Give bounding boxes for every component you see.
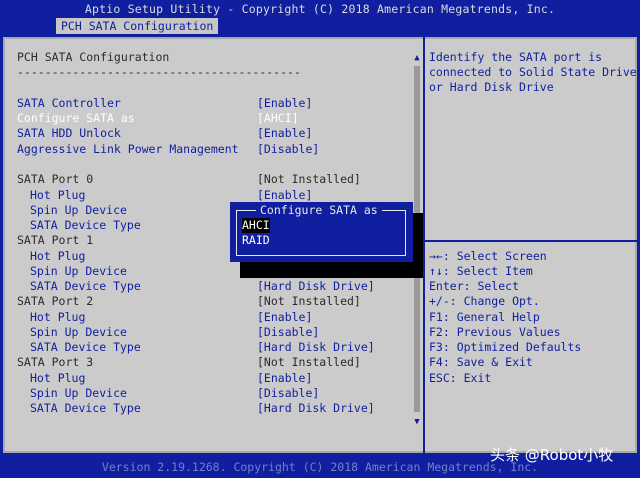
setting-label: Spin Up Device [30,203,127,217]
setting-value[interactable]: [Disable] [257,325,319,340]
key-hint-enter: Enter: Select [429,279,520,293]
panel-vertical-divider [423,37,425,453]
popup-option-ahci[interactable]: AHCI [242,218,270,234]
scroll-up-icon[interactable]: ▲ [412,52,422,64]
watermark: 头条 @Robot小牧 [490,446,614,464]
key-hint-f3: F3: Optimized Defaults [429,340,582,354]
section-separator: ----------------------------------------… [17,65,301,79]
setting-label: SATA Device Type [30,279,141,293]
setting-label: Configure SATA as [17,111,135,125]
setting-value[interactable]: [AHCI] [257,111,299,126]
setting-label: Aggressive Link Power Management [17,142,239,156]
tab-pch-sata-configuration[interactable]: PCH SATA Configuration [56,18,219,34]
scroll-down-icon[interactable]: ▼ [412,416,422,428]
setting-label: SATA Port 3 [17,355,94,369]
setting-value[interactable]: [Hard Disk Drive] [257,401,375,416]
section-title: PCH SATA Configuration [17,50,170,64]
setting-value[interactable]: [Hard Disk Drive] [257,340,375,355]
key-hint-select-item: ↑↓: Select Item [429,264,533,278]
setting-label: SATA Device Type [30,401,141,415]
setting-label: SATA Port 1 [17,233,94,247]
panel-horizontal-divider [425,240,637,242]
setting-value: [Not Installed] [257,294,361,308]
setting-label: SATA Controller [17,96,121,110]
key-hint-f1: F1: General Help [429,310,540,324]
help-text-line: or Hard Disk Drive [429,80,554,94]
setting-value[interactable]: [Enable] [257,371,312,386]
key-hint-select-screen: →←: Select Screen [429,249,547,263]
setting-value: [Not Installed] [257,172,361,186]
setting-label: Hot Plug [30,310,86,324]
setting-label: Hot Plug [30,188,86,202]
setting-label: Spin Up Device [30,325,127,339]
setting-label: SATA Device Type [30,218,141,232]
setting-label: Spin Up Device [30,386,127,400]
key-hint-change-opt: +/-: Change Opt. [429,294,540,308]
setting-value[interactable]: [Disable] [257,386,319,401]
popup-option-raid[interactable]: RAID [242,233,270,248]
setting-label: Hot Plug [30,249,86,263]
header-title: Aptio Setup Utility - Copyright (C) 2018… [84,2,556,16]
setting-label: SATA HDD Unlock [17,126,121,140]
key-hint-f2: F2: Previous Values [429,325,561,339]
setting-label: Spin Up Device [30,264,127,278]
popup-title: Configure SATA as [256,203,382,219]
setting-label: SATA Port 0 [17,172,94,186]
help-text-line: Identify the SATA port is [429,50,603,64]
setting-label: SATA Device Type [30,340,141,354]
setting-value[interactable]: [Enable] [257,96,312,111]
setting-value: [Not Installed] [257,355,361,369]
setting-value[interactable]: [Hard Disk Drive] [257,279,375,294]
setting-value[interactable]: [Enable] [257,126,312,141]
setting-value[interactable]: [Disable] [257,142,319,157]
key-hint-f4: F4: Save & Exit [429,355,533,369]
setting-label: SATA Port 2 [17,294,94,308]
setting-value[interactable]: [Enable] [257,310,312,325]
help-text-line: connected to Solid State Drive [429,65,637,79]
setting-label: Hot Plug [30,371,86,385]
key-hint-esc: ESC: Exit [429,371,492,385]
setting-value[interactable]: [Enable] [257,188,312,203]
